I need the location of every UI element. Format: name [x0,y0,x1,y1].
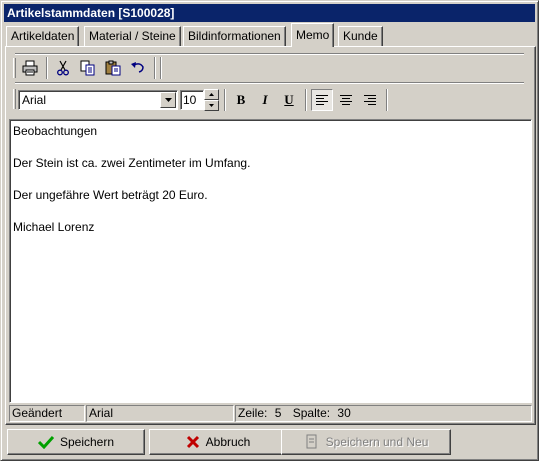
underline-label: U [284,92,294,107]
align-left-icon[interactable] [311,89,333,111]
print-icon[interactable] [19,57,41,79]
spin-up-icon[interactable] [204,89,219,100]
font-size-input[interactable]: 10 [180,90,204,110]
status-col-label: Spalte: [292,406,331,420]
tab-material-steine[interactable]: Material / Steine [84,26,181,46]
toolbar-separator [224,89,226,111]
checkmark-icon [37,435,54,449]
tab-label: Bildinformationen [188,29,281,43]
font-name-value: Arial [22,93,47,107]
tab-label: Kunde [343,29,378,43]
status-state-text: Geändert [12,406,63,420]
paste-icon[interactable] [102,57,124,79]
toolbar-grip[interactable] [13,58,16,78]
tab-artikeldaten[interactable]: Artikeldaten [6,26,80,46]
tab-kunde[interactable]: Kunde [338,26,383,46]
tab-label: Artikeldaten [11,29,75,43]
bold-label: B [236,92,246,107]
align-center-icon[interactable] [335,89,357,111]
cancel-button[interactable]: Abbruch [149,429,287,455]
title-bar[interactable]: Artikelstammdaten [S100028] [4,4,535,22]
save-and-new-button[interactable]: Speichern und Neu [281,429,451,455]
status-position: Zeile: 5 Spalte: 30 [235,405,532,422]
cancel-label: Abbruch [205,435,251,449]
toolbar-mid-line [15,82,524,84]
bold-button[interactable]: B [230,89,252,111]
chevron-down-icon[interactable] [160,92,176,108]
window-title: Artikelstammdaten [S100028] [7,6,175,20]
memo-editor[interactable]: Beobachtungen Der Stein ist ca. zwei Zen… [9,119,532,403]
toolbar-top-line [15,53,524,55]
toolbar-separator [46,57,48,79]
status-font: Arial [86,405,234,422]
copy-icon[interactable] [77,57,99,79]
align-right-icon[interactable] [359,89,381,111]
cut-icon[interactable] [52,57,74,79]
status-modified: Geändert [9,405,85,422]
toolbar-separator [160,57,162,79]
status-line-value: 5 [274,406,282,420]
font-size-spinner[interactable] [204,89,219,111]
tab-bildinformationen[interactable]: Bildinformationen [183,26,286,46]
dialog-window: Artikelstammdaten [S100028] Artikeldaten… [0,0,539,461]
save-label: Speichern [59,435,115,449]
memo-line: Michael Lorenz [13,220,95,234]
status-font-text: Arial [89,406,114,420]
undo-icon[interactable] [127,57,149,79]
memo-line: Der Stein ist ca. zwei Zentimeter im Umf… [13,156,251,170]
toolbar-separator [386,89,388,111]
cross-icon [186,435,199,449]
status-col-value: 30 [337,406,351,420]
toolbar-grip[interactable] [13,89,16,109]
tab-memo[interactable]: Memo [291,23,335,47]
tab-label: Material / Steine [89,29,176,43]
status-line-label: Zeile: [238,406,268,420]
underline-button[interactable]: U [278,89,300,111]
memo-line: Beobachtungen [13,124,98,138]
spin-down-icon[interactable] [204,100,219,111]
font-name-select[interactable]: Arial [18,90,178,110]
tab-label: Memo [296,28,330,42]
font-size-value: 10 [183,93,197,107]
new-document-icon [306,434,317,449]
toolbar-separator [154,57,156,79]
save-and-new-label: Speichern und Neu [325,435,429,449]
save-button[interactable]: Speichern [7,429,145,455]
italic-button[interactable]: I [254,89,276,111]
toolbar-separator [305,89,307,111]
italic-label: I [262,92,268,107]
memo-line: Der ungefähre Wert beträgt 20 Euro. [13,188,208,202]
